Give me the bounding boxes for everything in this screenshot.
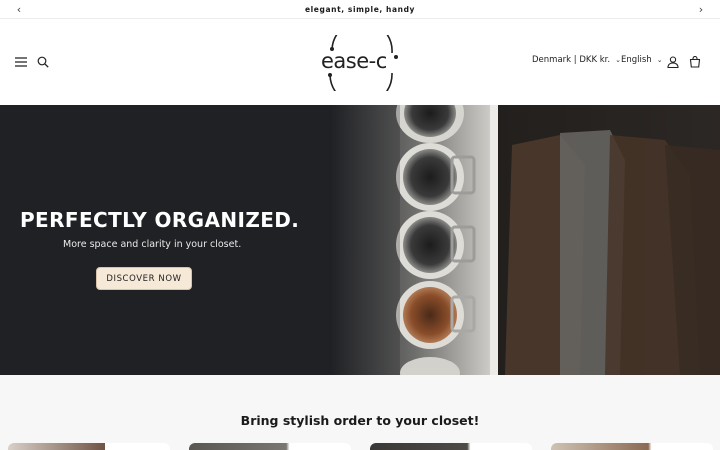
menu-icon[interactable]: [13, 55, 29, 69]
discover-now-button[interactable]: DISCOVER NOW: [96, 267, 192, 290]
hero-title: PERFECTLY ORGANIZED.: [20, 208, 300, 232]
announcement-bar: ‹ elegant, simple, handy ›: [0, 0, 720, 19]
country-selector[interactable]: Denmark | DKK kr. ⌄: [532, 55, 621, 65]
site-header: ease-c Denmark | DKK kr. ⌄ English ⌄: [0, 19, 720, 105]
chevron-left-icon[interactable]: ‹: [12, 1, 26, 17]
language-selector-label: English: [621, 55, 652, 65]
country-selector-label: Denmark | DKK kr.: [532, 55, 611, 65]
chevron-right-icon[interactable]: ›: [694, 1, 708, 17]
featured-section: Bring stylish order to your closet!: [0, 375, 720, 450]
product-card[interactable]: [189, 443, 351, 450]
logo-text: ease-c: [321, 49, 387, 73]
section-title: Bring stylish order to your closet!: [240, 413, 480, 428]
language-selector[interactable]: English ⌄: [621, 55, 663, 65]
product-card[interactable]: [370, 443, 532, 450]
account-icon[interactable]: [665, 54, 681, 70]
search-icon[interactable]: [35, 54, 51, 70]
product-card[interactable]: [8, 443, 170, 450]
hero-banner: PERFECTLY ORGANIZED. More space and clar…: [0, 105, 720, 375]
product-card[interactable]: [551, 443, 713, 450]
announcement-text: elegant, simple, handy: [304, 4, 416, 14]
chevron-down-icon: ⌄: [656, 56, 663, 64]
hero-subtitle: More space and clarity in your closet.: [63, 239, 242, 250]
logo[interactable]: ease-c: [318, 35, 406, 91]
cart-icon[interactable]: [687, 54, 703, 70]
